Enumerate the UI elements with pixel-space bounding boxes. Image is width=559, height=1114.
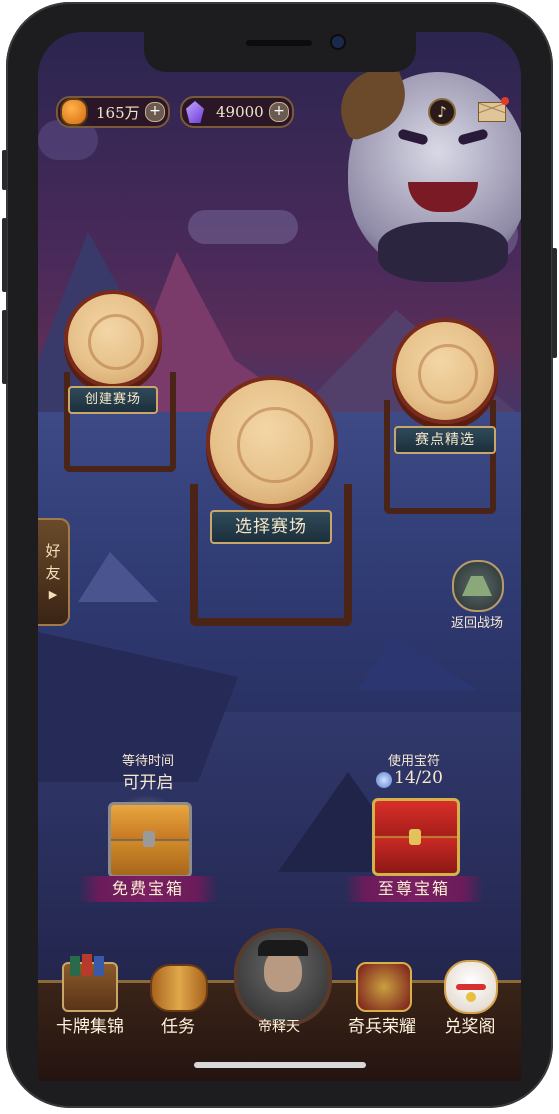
nav-quests[interactable]: 任务: [133, 1012, 223, 1037]
expand-arrow-icon: ▶: [48, 588, 58, 601]
power-button: [552, 248, 557, 358]
premium-chest-button[interactable]: 至尊宝箱: [344, 876, 484, 902]
mail-icon[interactable]: [478, 97, 509, 122]
gem-amount: 49000: [216, 103, 264, 121]
chest-lock-icon: [143, 831, 155, 847]
battlefield-icon: [462, 576, 492, 596]
mute-switch: [2, 150, 7, 190]
free-chest-wait-label: 等待时间: [121, 754, 174, 769]
add-coins-icon[interactable]: +: [145, 102, 165, 122]
add-gems-icon[interactable]: +: [269, 102, 289, 122]
quest-scroll-icon[interactable]: [150, 964, 208, 1012]
mail-notification-dot: [501, 97, 509, 105]
gem-counter[interactable]: 49000 +: [180, 96, 294, 128]
card-collection-icon[interactable]: [62, 954, 118, 1012]
friends-tab-label: 好友: [45, 542, 61, 582]
volume-up-button: [2, 218, 7, 292]
featured-match-drum[interactable]: [392, 318, 498, 424]
premium-chest-count: 14/20: [394, 768, 443, 788]
premium-chest-use-label: 使用宝符: [387, 754, 440, 769]
create-arena-button[interactable]: 创建赛场: [68, 386, 158, 414]
demon-mask-illustration: [329, 61, 521, 282]
music-icon[interactable]: ♪: [428, 98, 456, 126]
hero-avatar[interactable]: [234, 928, 332, 1026]
front-camera: [332, 36, 344, 48]
speaker-grille: [246, 40, 312, 46]
nav-hero-name[interactable]: 帝释天: [234, 1016, 324, 1036]
nav-card-collection[interactable]: 卡牌集锦: [45, 1012, 135, 1037]
featured-match-button[interactable]: 赛点精选: [394, 426, 496, 454]
select-arena-drum[interactable]: [206, 376, 338, 508]
friends-tab[interactable]: 好友 ▶: [38, 518, 70, 626]
nav-rewards-pavilion[interactable]: 兑奖阁: [425, 1012, 515, 1037]
coin-icon: [60, 98, 88, 126]
nav-glory[interactable]: 奇兵荣耀: [337, 1012, 427, 1037]
coin-amount: 165万: [96, 103, 140, 122]
free-chest-button[interactable]: 免费宝箱: [78, 876, 218, 902]
return-battlefield-button[interactable]: [452, 560, 504, 612]
free-chest[interactable]: [108, 802, 192, 878]
free-chest-status: 可开启: [122, 773, 174, 793]
glory-emblem-icon[interactable]: [356, 962, 412, 1012]
coin-counter[interactable]: 165万 +: [56, 96, 170, 128]
select-arena-button[interactable]: 选择赛场: [210, 510, 332, 544]
chest-lock-icon: [409, 829, 421, 845]
premium-chest[interactable]: [372, 798, 460, 876]
phone-notch: [144, 32, 416, 72]
game-screen: 165万 + 49000 + ♪ 创建赛场 赛点精选 选择赛场 返回战场 等待时…: [38, 32, 521, 1078]
talisman-icon: [376, 772, 392, 788]
gem-icon: [186, 101, 204, 123]
create-arena-drum[interactable]: [64, 290, 162, 388]
lucky-cat-icon[interactable]: [444, 960, 498, 1014]
return-battlefield-label: 返回战场: [450, 616, 503, 631]
home-indicator[interactable]: [194, 1062, 366, 1068]
volume-down-button: [2, 310, 7, 384]
cloud-decoration: [188, 210, 298, 244]
